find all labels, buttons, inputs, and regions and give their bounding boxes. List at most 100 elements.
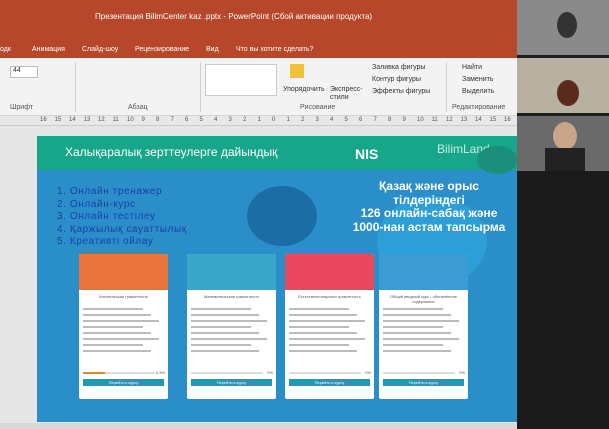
text-line bbox=[83, 338, 159, 340]
ruler-tick: 4 bbox=[330, 117, 334, 123]
tell-me-search[interactable]: Что вы хотите сделать? bbox=[236, 46, 313, 53]
ruler-tick: 9 bbox=[402, 117, 406, 123]
text-line bbox=[83, 344, 143, 346]
list-item: 1. Онлайн тренажер bbox=[57, 186, 163, 197]
shape-fill-button[interactable]: Заливка фигуры bbox=[372, 64, 425, 71]
ruler-tick: 11 bbox=[431, 117, 438, 123]
ruler-tick: 6 bbox=[359, 117, 363, 123]
text-line bbox=[191, 338, 267, 340]
text-line bbox=[191, 320, 267, 322]
ruler-tick: 3 bbox=[315, 117, 319, 123]
arrange-icon bbox=[290, 64, 304, 78]
tab-animation[interactable]: Анимация bbox=[32, 46, 65, 53]
course-title: Математическая грамотность bbox=[203, 294, 260, 299]
select-button[interactable]: Выделить bbox=[462, 88, 494, 95]
go-to-course-button[interactable]: Перейти к курсу bbox=[191, 379, 272, 386]
text-line bbox=[289, 320, 365, 322]
ribbon-tabs: одк Анимация Слайд-шоу Рецензирование Ви… bbox=[0, 42, 517, 58]
progress-percent: 0,3% bbox=[155, 370, 165, 375]
text-line bbox=[289, 308, 349, 310]
powerpoint-window: Презентация BilimCenter kaz .pptx - Powe… bbox=[0, 0, 517, 429]
ribbon: 44 Упорядочить Экспресс-стили Заливка фи… bbox=[0, 58, 517, 116]
tab-slideshow[interactable]: Слайд-шоу bbox=[82, 46, 118, 53]
find-button[interactable]: Найти bbox=[462, 64, 482, 71]
slide[interactable]: Халықаралық зерттеулерге дайындық NIS Bi… bbox=[37, 136, 517, 422]
ruler-tick: 7 bbox=[373, 117, 377, 123]
group-paragraph-label: Абзац bbox=[128, 104, 148, 111]
shape-outline-button[interactable]: Контур фигуры bbox=[372, 76, 421, 83]
course-card[interactable]: Читательская грамотность 0,3% Перейти к ку… bbox=[79, 254, 168, 399]
video-tile-3 bbox=[517, 116, 609, 171]
go-to-course-button[interactable]: Перейти к курсу bbox=[83, 379, 164, 386]
ruler-tick: 10 bbox=[127, 117, 134, 123]
ruler-tick: 16 bbox=[40, 117, 47, 123]
text-line bbox=[289, 326, 349, 328]
ruler-tick: 9 bbox=[141, 117, 145, 123]
course-card[interactable]: Общий вводный курс / обновлённое содержа… bbox=[379, 254, 468, 399]
text-line bbox=[383, 332, 451, 334]
title-bar: Презентация BilimCenter kaz .pptx - Powe… bbox=[0, 0, 517, 42]
ruler-tick: 6 bbox=[185, 117, 189, 123]
tab-review[interactable]: Рецензирование bbox=[135, 46, 189, 53]
ruler-tick: 12 bbox=[446, 117, 453, 123]
course-image bbox=[187, 254, 276, 290]
text-line bbox=[383, 308, 443, 310]
go-to-course-button[interactable]: Перейти к курсу bbox=[383, 379, 464, 386]
text-line bbox=[191, 332, 259, 334]
text-line bbox=[383, 344, 443, 346]
progress-percent: 0% bbox=[459, 370, 465, 375]
text-line bbox=[83, 332, 151, 334]
ruler-tick: 2 bbox=[243, 117, 247, 123]
text-line bbox=[83, 326, 143, 328]
group-font-label: Шрифт bbox=[10, 104, 34, 111]
window-title: Презентация BilimCenter kaz .pptx - Powe… bbox=[95, 12, 373, 21]
replace-button[interactable]: Заменить bbox=[462, 76, 493, 83]
text-line bbox=[289, 350, 357, 352]
decor-circle bbox=[247, 186, 317, 246]
ruler-tick: 3 bbox=[228, 117, 232, 123]
text-line bbox=[289, 332, 357, 334]
ruler-tick: 10 bbox=[417, 117, 424, 123]
ruler-tick: 4 bbox=[214, 117, 218, 123]
text-line bbox=[383, 320, 459, 322]
divider bbox=[200, 62, 201, 112]
course-image bbox=[285, 254, 374, 290]
text-line bbox=[289, 338, 365, 340]
progress-percent: 0% bbox=[365, 370, 371, 375]
text-line bbox=[83, 308, 143, 310]
ruler-tick: 1 bbox=[257, 117, 261, 123]
tab-home[interactable]: одк bbox=[0, 46, 11, 53]
font-size-box[interactable]: 44 bbox=[10, 66, 38, 78]
divider bbox=[446, 62, 447, 112]
ruler-tick: 16 bbox=[504, 117, 511, 123]
arrange-button[interactable]: Упорядочить bbox=[283, 86, 325, 93]
divider bbox=[75, 62, 76, 112]
quick-styles-button[interactable]: Экспресс-стили bbox=[330, 86, 365, 102]
progress-bar bbox=[383, 372, 455, 374]
ruler-tick: 1 bbox=[286, 117, 290, 123]
list-item: 4. Қаржылық сауаттылық bbox=[57, 223, 187, 235]
tab-view[interactable]: Вид bbox=[206, 46, 219, 53]
list-item: 3. Онлайн тестілеу bbox=[57, 211, 156, 222]
course-title: Читательская грамотность bbox=[98, 294, 149, 299]
ruler-tick: 15 bbox=[54, 117, 62, 123]
ruler-tick: 5 bbox=[199, 117, 203, 123]
go-to-course-button[interactable]: Перейти к курсу bbox=[289, 379, 370, 386]
headline: Қазақ және орыс тілдеріндегі 126 онлайн-… bbox=[352, 179, 506, 234]
course-card[interactable]: Естественнонаучная грамотность 0% Перейти … bbox=[285, 254, 374, 399]
text-line bbox=[83, 314, 151, 316]
ruler-tick: 13 bbox=[83, 117, 91, 123]
list-item: 2. Онлайн-курс bbox=[57, 198, 136, 210]
course-card[interactable]: Математическая грамотность 0% Перейти к ку… bbox=[187, 254, 276, 399]
course-title: Естественнонаучная грамотность bbox=[298, 294, 361, 299]
progress-bar bbox=[191, 372, 263, 374]
status-bar bbox=[0, 423, 517, 429]
decor-circle bbox=[477, 146, 517, 174]
progress-bar bbox=[289, 372, 361, 374]
video-sidebar-empty bbox=[517, 171, 609, 429]
shapes-gallery[interactable] bbox=[205, 64, 277, 96]
course-title: Общий вводный курс / обновлённое содержа… bbox=[389, 294, 458, 304]
ruler-tick: 2 bbox=[301, 117, 305, 123]
group-drawing-label: Рисование bbox=[300, 104, 336, 111]
shape-effects-button[interactable]: Эффекты фигуры bbox=[372, 88, 430, 95]
